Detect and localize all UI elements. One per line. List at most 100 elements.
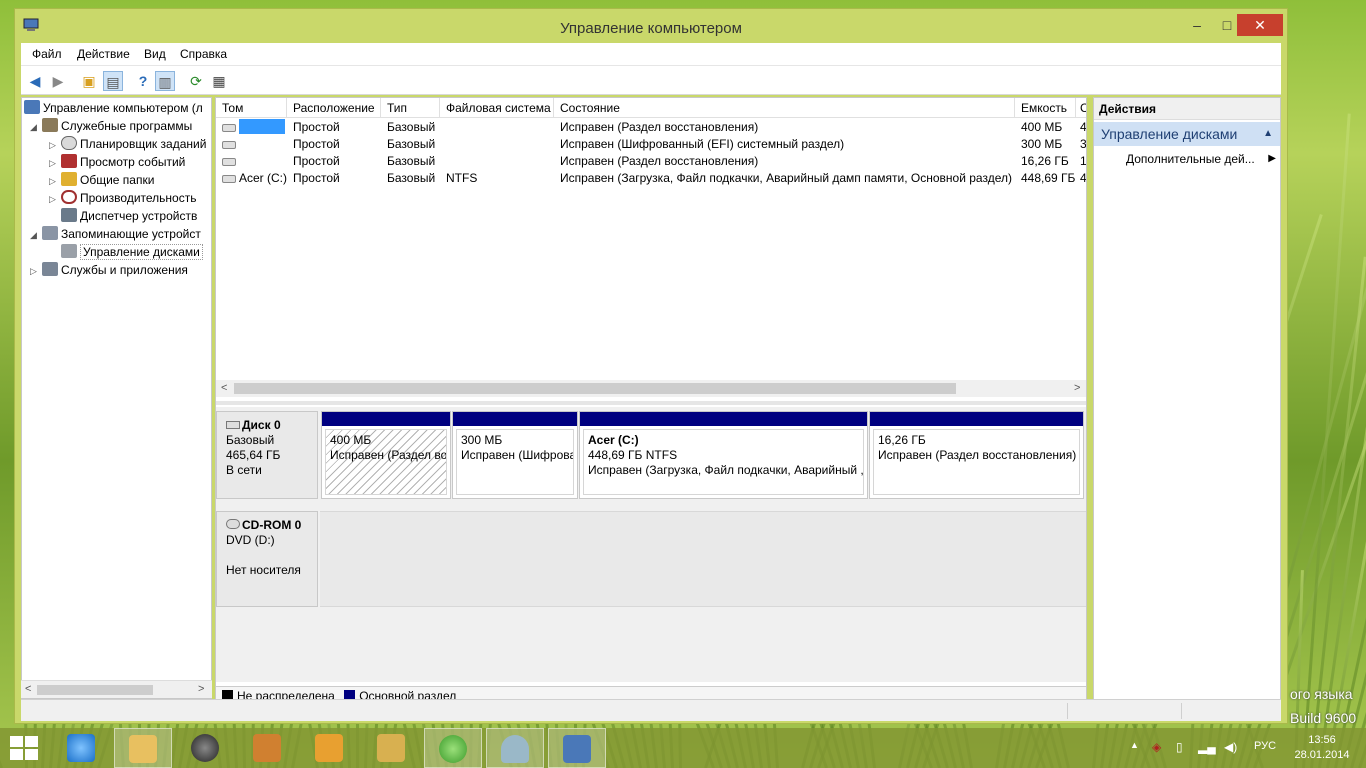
file-explorer-icon[interactable]: [114, 728, 172, 768]
expanded-arrow-icon[interactable]: ◢: [30, 226, 42, 244]
up-folder-icon[interactable]: ▣: [79, 71, 99, 91]
volume-cell-text: Простой: [293, 171, 340, 185]
scrollbar-thumb[interactable]: [37, 685, 153, 695]
usb-device-icon[interactable]: ▯: [1176, 740, 1183, 754]
tree-item-device-manager[interactable]: Диспетчер устройств: [61, 207, 197, 225]
back-arrow-icon[interactable]: ◀: [25, 71, 45, 91]
computer-management-window: Управление компьютером – □ ✕ Файл Действ…: [14, 8, 1288, 724]
partition-acer-c[interactable]: Acer (C:) 448,69 ГБ NTFS Исправен (Загру…: [579, 411, 868, 499]
ufo-app-icon[interactable]: [486, 728, 544, 768]
volume-row[interactable]: Простой Базовый Исправен (Раздел восстанов…: [216, 153, 1086, 170]
volume-list-horizontal-scrollbar[interactable]: < >: [216, 380, 1086, 397]
antivirus-icon[interactable]: ◈: [1152, 740, 1161, 754]
pane-splitter[interactable]: [216, 401, 1086, 405]
tree-item-shared-folders[interactable]: ▷ Общие папки: [49, 171, 154, 189]
collapsed-arrow-icon[interactable]: ▷: [49, 154, 61, 172]
close-button[interactable]: ✕: [1237, 14, 1283, 36]
volume-cell: [440, 153, 554, 170]
cloud-app-icon[interactable]: [424, 728, 482, 768]
column-header-type[interactable]: Тип: [381, 98, 440, 118]
scroll-left-icon[interactable]: <: [25, 683, 31, 695]
clock[interactable]: 13:56 28.01.2014: [1290, 733, 1354, 763]
scroll-right-icon[interactable]: >: [198, 683, 204, 695]
show-hide-tree-icon[interactable]: ▤: [103, 71, 123, 91]
column-header-status[interactable]: Состояние: [554, 98, 1015, 118]
column-header-file-system[interactable]: Файловая система: [440, 98, 554, 118]
column-header-volume[interactable]: Том: [216, 98, 287, 118]
disk0-label[interactable]: Диск 0 Базовый 465,64 ГБ В сети: [216, 411, 318, 499]
column-header-layout[interactable]: Расположение: [287, 98, 381, 118]
volume-row[interactable]: Простой Базовый Исправен (Шифрованный (EFI…: [216, 136, 1086, 153]
status-separator: [1181, 703, 1182, 719]
volume-cell-text: Простой: [293, 154, 340, 168]
partition-recovery-400mb[interactable]: 400 МБ Исправен (Раздел вос: [321, 411, 451, 499]
cdrom-empty-area[interactable]: [320, 511, 1086, 607]
volume-cell-text: 1: [1080, 154, 1087, 168]
column-header-free-space[interactable]: С: [1076, 98, 1086, 118]
menu-help[interactable]: Справка: [180, 47, 227, 61]
volume-icon[interactable]: ◀): [1224, 740, 1237, 754]
partition-name: Acer (C:): [588, 433, 639, 447]
expanded-arrow-icon[interactable]: ◢: [30, 118, 42, 136]
help-icon[interactable]: ?: [133, 71, 153, 91]
show-hide-action-pane-icon[interactable]: ▥: [155, 71, 175, 91]
menu-view[interactable]: Вид: [144, 47, 166, 61]
tree-item-label: Запоминающие устройст: [61, 227, 201, 241]
keyboard-language[interactable]: РУС: [1254, 740, 1276, 752]
scroll-left-icon[interactable]: <: [221, 382, 227, 394]
partition-recovery-16gb[interactable]: 16,26 ГБ Исправен (Раздел восстановления…: [869, 411, 1084, 499]
actions-section-disk-management[interactable]: Управление дисками ▲: [1094, 122, 1280, 146]
menu-file[interactable]: Файл: [32, 47, 62, 61]
status-bar: [21, 699, 1281, 721]
minimize-button[interactable]: –: [1183, 14, 1211, 36]
tree-item-computer-management[interactable]: Управление компьютером (л: [24, 99, 203, 117]
disk-map: Диск 0 Базовый 465,64 ГБ В сети 400 МБ И…: [216, 407, 1086, 682]
collapse-up-icon[interactable]: ▲: [1263, 122, 1273, 146]
volume-cell-text: Исправен (Раздел восстановления): [560, 154, 759, 168]
tree-item-label: Просмотр событий: [80, 155, 186, 169]
title-bar[interactable]: Управление компьютером – □ ✕: [15, 9, 1287, 39]
tree-item-services-apps[interactable]: ▷ Службы и приложения: [30, 261, 188, 279]
collapsed-arrow-icon[interactable]: ▷: [49, 190, 61, 208]
notes-app-icon[interactable]: [300, 728, 358, 768]
action-more-actions[interactable]: Дополнительные дей... ▶: [1126, 150, 1276, 168]
cdrom-label[interactable]: CD-ROM 0 DVD (D:) Нет носителя: [216, 511, 318, 607]
computer-management-taskbar-icon[interactable]: [548, 728, 606, 768]
tree-item-storage[interactable]: ◢ Запоминающие устройст: [30, 225, 201, 243]
column-header-capacity[interactable]: Емкость: [1015, 98, 1076, 118]
tree-item-performance[interactable]: ▷ Производительность: [49, 189, 196, 207]
volume-icon: [222, 175, 236, 183]
collapsed-arrow-icon[interactable]: ▷: [49, 136, 61, 154]
properties-icon[interactable]: ▦: [209, 71, 229, 91]
tree-item-system-tools[interactable]: ◢ Служебные программы: [30, 117, 192, 135]
tree-item-event-viewer[interactable]: ▷ Просмотр событий: [49, 153, 185, 171]
refresh-icon[interactable]: ⟳: [186, 71, 206, 91]
folder-app-icon[interactable]: [362, 728, 420, 768]
hard-disk-icon: [226, 421, 240, 429]
disk0-name: Диск 0: [242, 418, 281, 432]
collapsed-arrow-icon[interactable]: ▷: [30, 262, 42, 280]
network-signal-icon[interactable]: ▂▄: [1198, 740, 1216, 754]
shared-folder-icon: [61, 172, 77, 186]
actions-section-label: Управление дисками: [1101, 126, 1238, 142]
internet-explorer-icon[interactable]: [52, 728, 110, 768]
partition-status: Исправен (Раздел восстановления): [878, 448, 1077, 462]
volume-cell-text: 16,26 ГБ: [1021, 154, 1069, 168]
partition-efi-300mb[interactable]: 300 МБ Исправен (Шифрова: [452, 411, 578, 499]
storage-icon: [42, 226, 58, 240]
scrollbar-thumb[interactable]: [234, 383, 956, 394]
tray-expand-icon[interactable]: ▲: [1130, 740, 1139, 750]
speaker-app-icon[interactable]: [176, 728, 234, 768]
volume-row[interactable]: Простой Базовый Исправен (Раздел восстанов…: [216, 119, 1086, 136]
forward-arrow-icon[interactable]: ▶: [48, 71, 68, 91]
volume-cell: 300 МБ: [1015, 136, 1076, 153]
tree-item-disk-management[interactable]: Управление дисками: [61, 243, 203, 261]
media-app-icon[interactable]: [238, 728, 296, 768]
scroll-right-icon[interactable]: >: [1074, 382, 1080, 394]
tree-horizontal-scrollbar[interactable]: < >: [21, 680, 212, 698]
collapsed-arrow-icon[interactable]: ▷: [49, 172, 61, 190]
volume-row[interactable]: Acer (C:) Простой Базовый NTFS Исправен (Заг…: [216, 170, 1086, 187]
tree-item-task-scheduler[interactable]: ▷ Планировщик заданий: [49, 135, 206, 153]
windows-start-icon[interactable]: [10, 736, 38, 760]
menu-action[interactable]: Действие: [77, 47, 130, 61]
